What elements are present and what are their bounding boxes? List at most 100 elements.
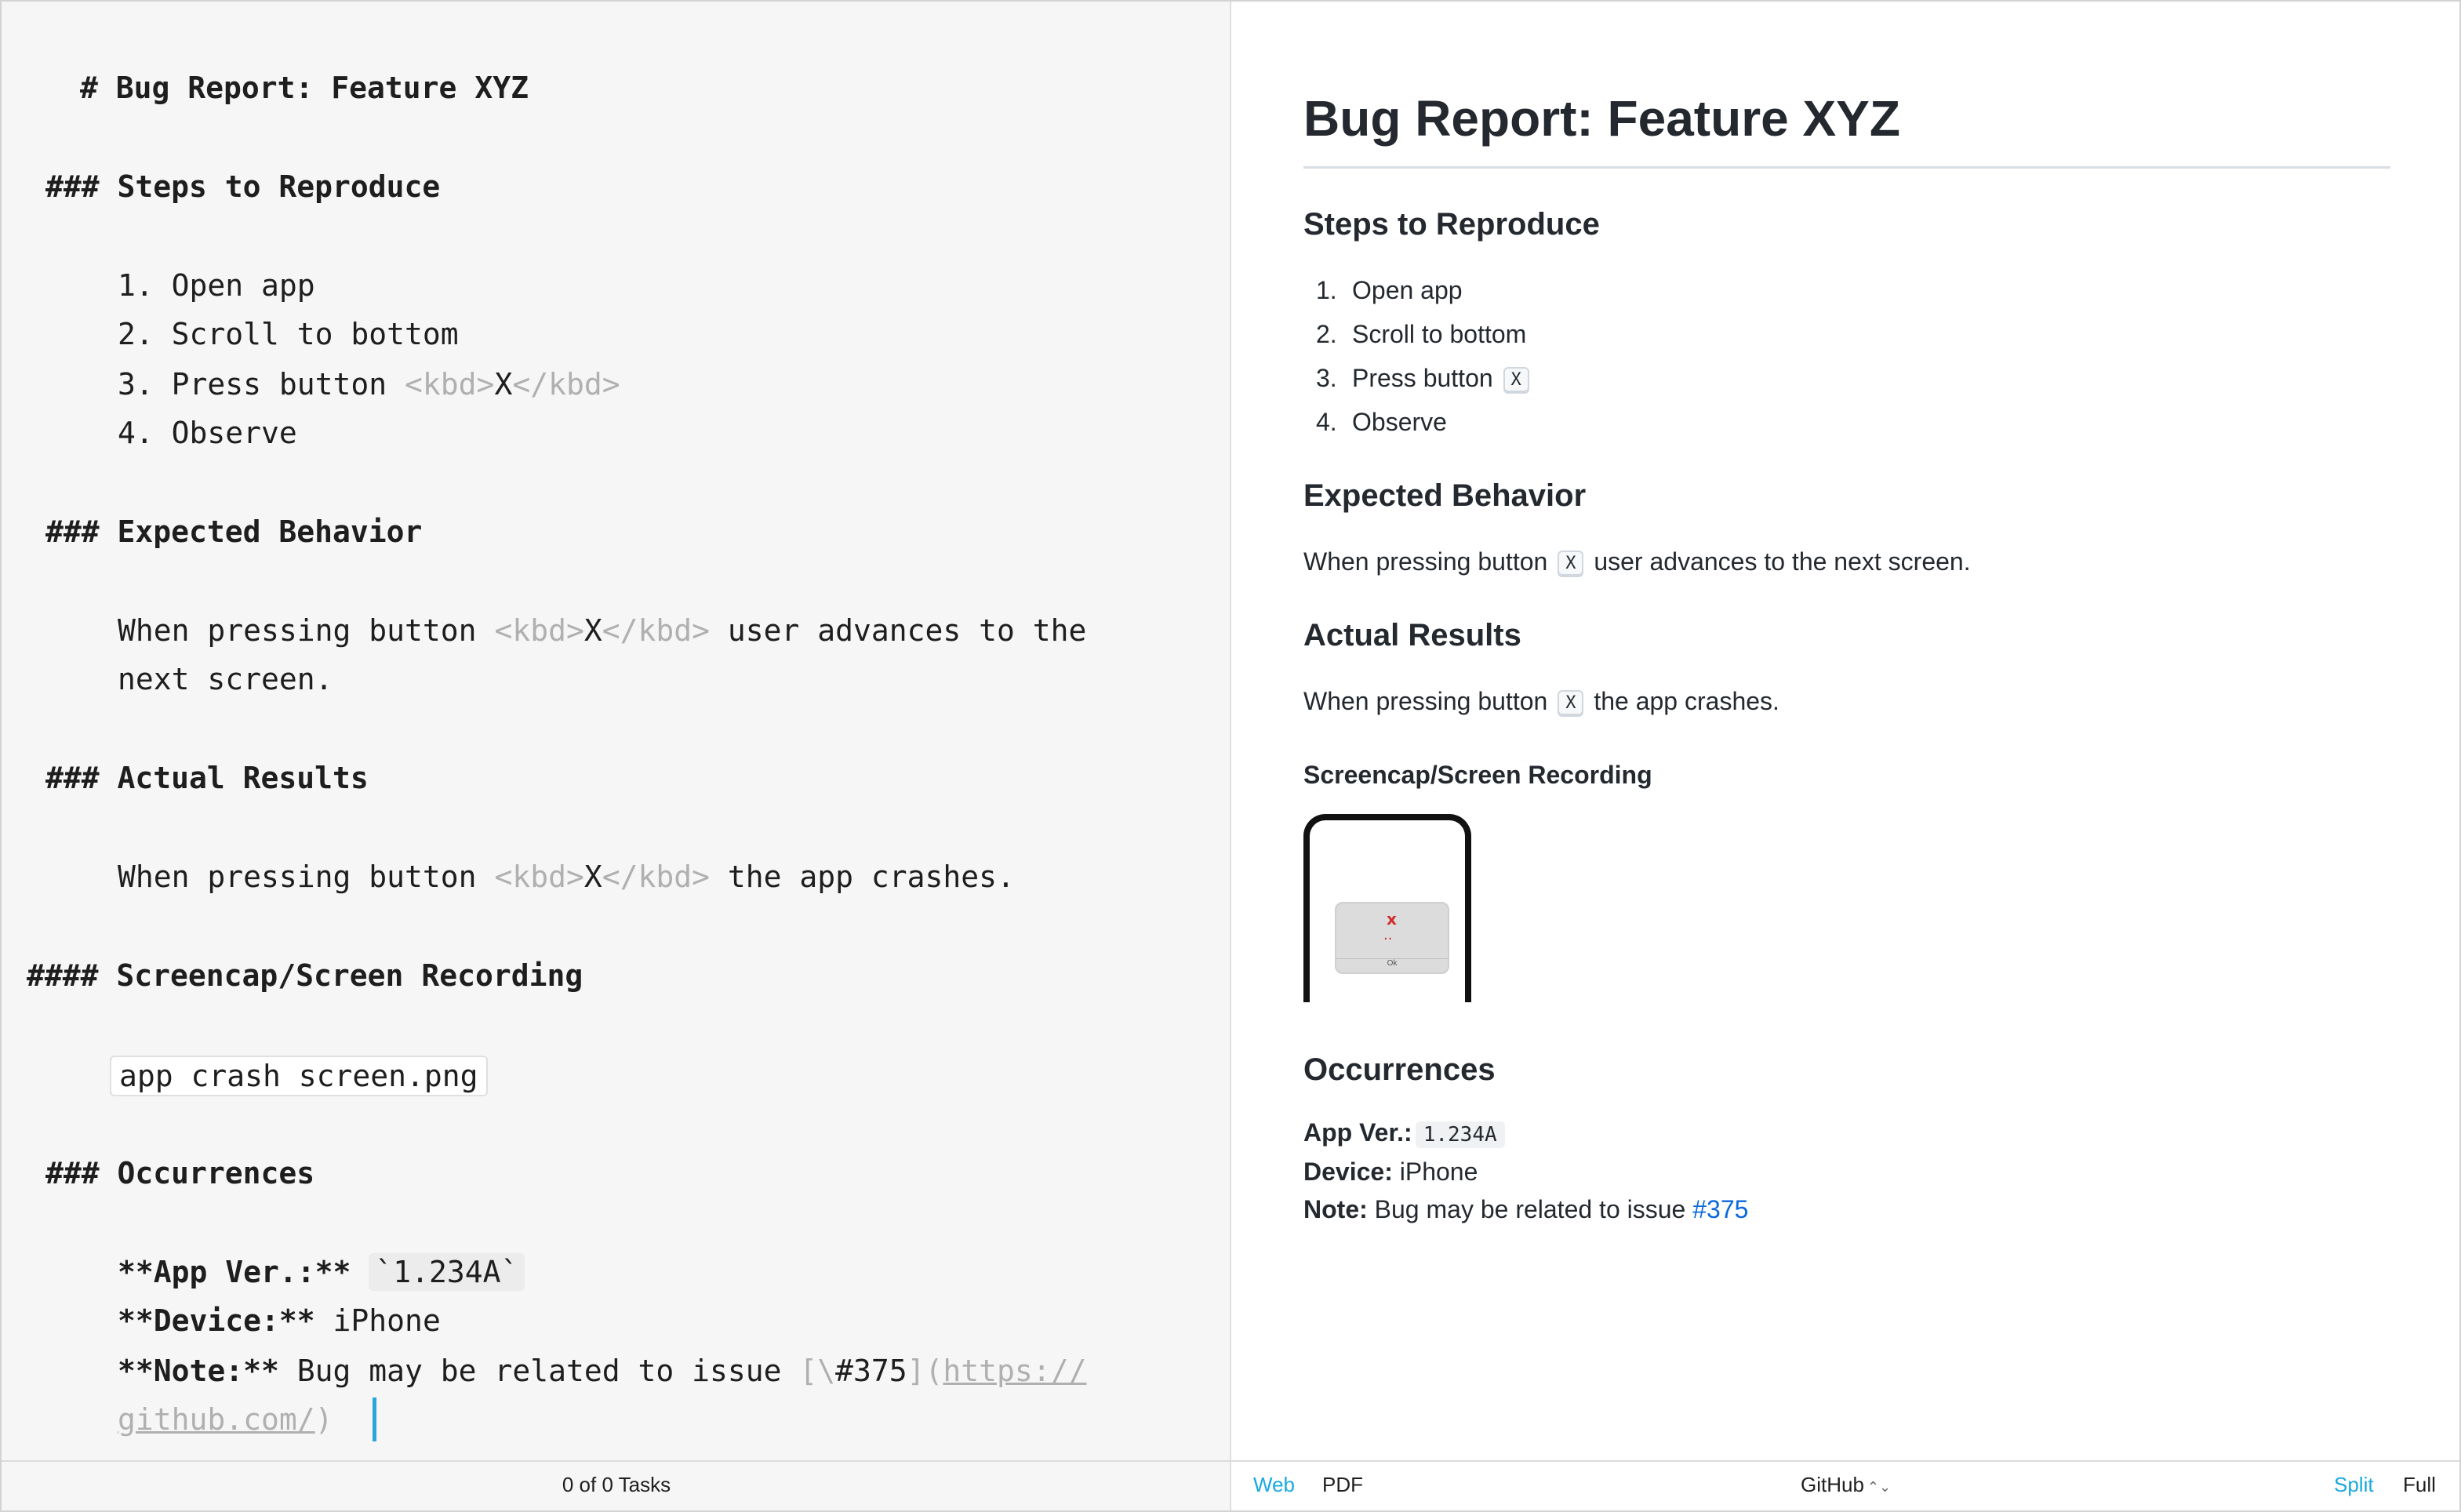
full-view-button[interactable]: Full: [2403, 1473, 2436, 1497]
note-text: Bug may be related to issue: [1374, 1195, 1686, 1223]
editor-line-expected-1[interactable]: When pressing button <kbd>X</kbd> user a…: [118, 612, 1086, 649]
markdown-preview-pane: Bug Report: Feature XYZ Steps to Reprodu…: [1231, 2, 2459, 1460]
editor-line-note-2[interactable]: github.com/): [118, 1401, 333, 1438]
device-label: Device:: [1303, 1158, 1393, 1186]
preview-status-bar: Web PDF GitHub ⌃⌄ Split Full: [1231, 1460, 2459, 1510]
appver-code: `1.234A`: [369, 1253, 525, 1291]
kbd-open-tag: <kbd>: [405, 367, 495, 402]
image-attachment-chip[interactable]: app crash screen.png: [110, 1056, 488, 1096]
dialog-ok-label: Ok: [1336, 958, 1448, 968]
sad-face-icon: ..: [1383, 927, 1393, 943]
appver-label: App Ver.:: [1303, 1118, 1412, 1147]
list-number: 3.: [1316, 364, 1337, 392]
editor-status-bar: 0 of 0 Tasks: [2, 1460, 1231, 1510]
link-close-paren: ): [314, 1402, 333, 1437]
link-text: #375: [835, 1354, 907, 1388]
actual-pre: When pressing button: [1303, 687, 1548, 715]
error-x-icon: x: [1387, 910, 1397, 929]
list-item: 4. Observe: [1316, 408, 1447, 437]
preview-actual-heading: Actual Results: [1303, 618, 1521, 652]
kbd-close-tag: </kbd>: [602, 860, 710, 894]
editor-line-image[interactable]: app crash screen.png: [110, 1056, 488, 1096]
appver-code: 1.234A: [1415, 1121, 1505, 1148]
note-label: Note:: [1303, 1195, 1368, 1223]
preview-expected-text: When pressing button X user advances to …: [1303, 547, 1971, 577]
list-number: 4.: [1316, 408, 1337, 436]
title-divider: [1303, 166, 2390, 169]
markdown-editor-pane[interactable]: # Bug Report: Feature XYZ ### Steps to R…: [2, 2, 1231, 1460]
issue-link[interactable]: #375: [1692, 1195, 1748, 1223]
editor-line-steps-heading[interactable]: ### Steps to Reproduce: [45, 168, 440, 205]
editor-line-note[interactable]: **Note:** Bug may be related to issue [\…: [118, 1352, 1086, 1390]
device-value: iPhone: [314, 1303, 441, 1338]
preview-screencap-heading: Screencap/Screen Recording: [1303, 761, 1652, 789]
device-label: **Device:**: [118, 1303, 315, 1338]
preview-occurrences-heading: Occurrences: [1303, 1052, 1496, 1087]
list-number: 2.: [1316, 320, 1337, 348]
text-caret: [373, 1398, 376, 1441]
kbd-key: X: [583, 860, 602, 894]
actual-pre-text: When pressing button: [118, 860, 495, 894]
expected-post: user advances to the next screen.: [1594, 547, 1971, 576]
preview-note: Note: Bug may be related to issue #375: [1303, 1195, 1748, 1224]
preview-title: Bug Report: Feature XYZ: [1303, 90, 1900, 147]
kbd-close-tag: </kbd>: [512, 367, 620, 402]
actual-post-text: the app crashes.: [710, 860, 1015, 894]
link-mid-bracket: ](: [907, 1354, 943, 1388]
editor-line-device[interactable]: **Device:** iPhone: [118, 1302, 441, 1339]
kbd-close-tag: </kbd>: [602, 613, 710, 648]
step3-text: 3. Press button: [118, 367, 405, 402]
style-selector[interactable]: GitHub ⌃⌄: [1801, 1473, 1891, 1497]
markdown-editor-window: # Bug Report: Feature XYZ ### Steps to R…: [0, 0, 2461, 1512]
style-label: GitHub: [1801, 1473, 1864, 1496]
preview-actual-text: When pressing button X the app crashes.: [1303, 687, 1779, 717]
list-item: 1. Open app: [1316, 276, 1463, 305]
split-view-button[interactable]: Split: [2334, 1473, 2374, 1497]
crash-dialog: x .. Ok: [1335, 902, 1449, 974]
list-text: Observe: [1352, 408, 1447, 436]
list-item: 3. Press button X: [1316, 364, 1532, 394]
kbd-key-badge: X: [1558, 551, 1584, 577]
editor-line-expected-2[interactable]: next screen.: [118, 660, 333, 698]
link-url-part1[interactable]: https://: [943, 1354, 1086, 1388]
editor-line-screencap-heading[interactable]: #### Screencap/Screen Recording: [27, 957, 583, 994]
editor-line-step3[interactable]: 3. Press button <kbd>X</kbd>: [118, 365, 620, 403]
preview-expected-heading: Expected Behavior: [1303, 478, 1587, 513]
task-count[interactable]: 0 of 0 Tasks: [2, 1473, 1231, 1497]
editor-line-actual-heading[interactable]: ### Actual Results: [45, 759, 369, 797]
editor-line-step4[interactable]: 4. Observe: [118, 414, 297, 452]
editor-line-step1[interactable]: 1. Open app: [118, 267, 315, 304]
editor-line-expected-heading[interactable]: ### Expected Behavior: [45, 513, 422, 551]
preview-appver: App Ver.: 1.234A: [1303, 1118, 1505, 1148]
list-text: Scroll to bottom: [1352, 320, 1527, 348]
kbd-key-badge: X: [1558, 690, 1584, 717]
preview-steps-heading: Steps to Reproduce: [1303, 207, 1600, 242]
app-crash-screenshot-image: x .. Ok: [1303, 814, 1471, 1002]
list-text: Press button: [1352, 364, 1493, 392]
expected-pre-text: When pressing button: [118, 613, 495, 648]
appver-label: **App Ver.:**: [118, 1255, 351, 1289]
list-number: 1.: [1316, 276, 1337, 304]
kbd-key: X: [494, 367, 513, 402]
updown-chevron-icon: ⌃⌄: [1867, 1479, 1892, 1495]
note-label: **Note:**: [118, 1354, 279, 1388]
pdf-mode-button[interactable]: PDF: [1322, 1473, 1363, 1497]
editor-line-appver[interactable]: **App Ver.:** `1.234A`: [118, 1253, 525, 1291]
kbd-open-tag: <kbd>: [494, 860, 584, 894]
editor-line-actual[interactable]: When pressing button <kbd>X</kbd> the ap…: [118, 858, 1015, 896]
kbd-open-tag: <kbd>: [494, 613, 584, 648]
list-text: Open app: [1352, 276, 1463, 304]
editor-line-step2[interactable]: 2. Scroll to bottom: [118, 315, 459, 353]
list-item: 2. Scroll to bottom: [1316, 320, 1526, 349]
expected-post-text: user advances to the: [710, 613, 1087, 648]
preview-device: Device: iPhone: [1303, 1158, 1478, 1187]
editor-line-occurrences-heading[interactable]: ### Occurrences: [45, 1154, 314, 1192]
link-open-bracket: [\: [799, 1354, 836, 1388]
actual-post: the app crashes.: [1594, 687, 1779, 715]
note-text: Bug may be related to issue: [278, 1354, 800, 1388]
kbd-key: X: [583, 613, 602, 648]
editor-line-h1[interactable]: # Bug Report: Feature XYZ: [80, 69, 529, 107]
web-mode-button[interactable]: Web: [1253, 1473, 1295, 1497]
expected-pre: When pressing button: [1303, 547, 1548, 576]
link-url-part2[interactable]: github.com/: [118, 1402, 315, 1437]
